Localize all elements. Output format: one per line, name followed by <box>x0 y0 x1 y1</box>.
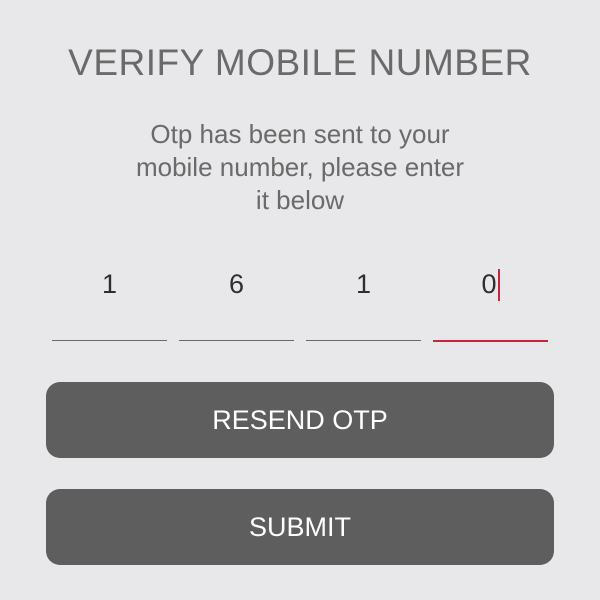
otp-digit-value: 0 <box>481 269 497 299</box>
verify-mobile-screen: VERIFY MOBILE NUMBER Otp has been sent t… <box>0 0 600 600</box>
otp-digit-field-4[interactable]: 0 <box>433 262 548 342</box>
submit-button[interactable]: SUBMIT <box>46 489 554 565</box>
otp-input-group: 1 6 1 0 <box>52 262 548 342</box>
otp-digit-field-1[interactable]: 1 <box>52 262 167 341</box>
otp-digit-value: 1 <box>355 269 372 299</box>
otp-digit-wrap: 0 <box>481 268 500 301</box>
instruction-line: mobile number, please enter <box>135 152 465 182</box>
otp-digit-field-3[interactable]: 1 <box>306 262 421 341</box>
instruction-text: Otp has been sent to your mobile number,… <box>100 118 500 217</box>
otp-digit-value: 1 <box>101 269 118 299</box>
otp-digit-value: 6 <box>228 269 245 299</box>
resend-otp-button[interactable]: RESEND OTP <box>46 382 554 458</box>
text-caret <box>497 268 500 301</box>
instruction-line: Otp has been sent to your <box>150 119 450 149</box>
instruction-line: it below <box>255 185 345 215</box>
otp-digit-field-2[interactable]: 6 <box>179 262 294 341</box>
page-title: VERIFY MOBILE NUMBER <box>68 42 532 83</box>
